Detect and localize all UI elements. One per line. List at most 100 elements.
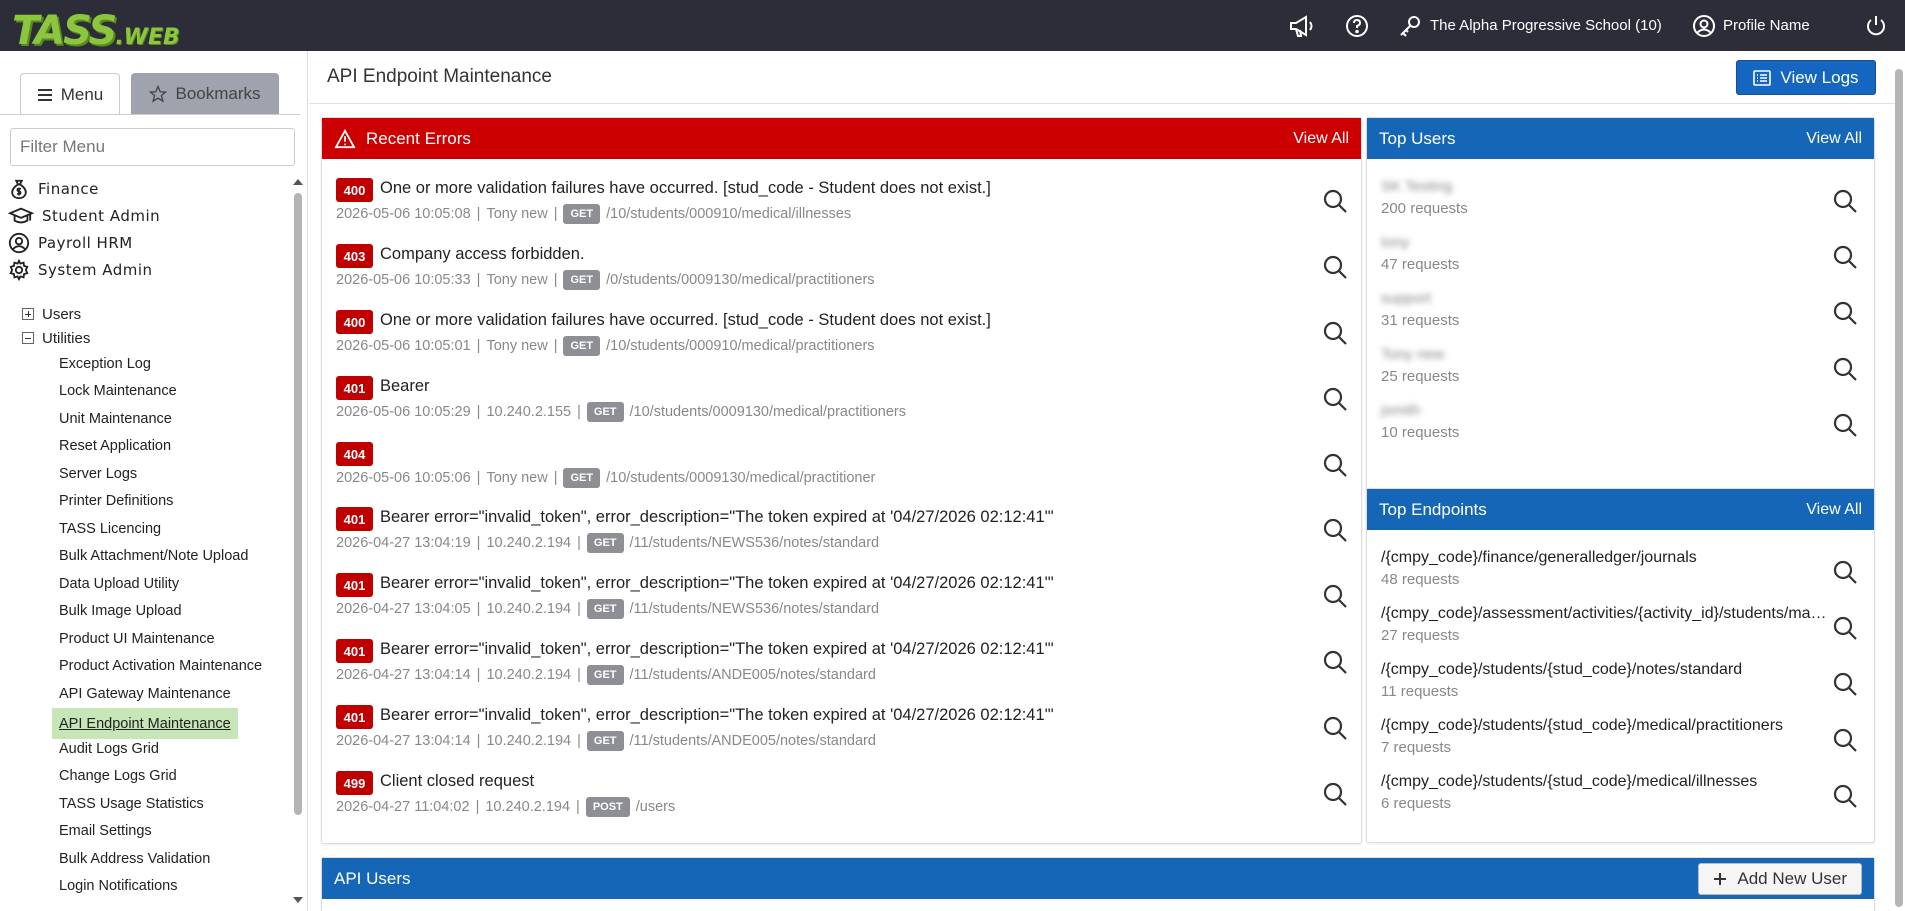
menu-leaf[interactable]: Exception Log (52, 351, 158, 377)
user-row: tony 47 requests (1381, 232, 1851, 282)
sidebar-scroll-thumb[interactable] (294, 193, 302, 815)
view-user-button[interactable] (1832, 356, 1858, 382)
separator: | (577, 667, 581, 683)
menu-leaf[interactable]: Server Logs (52, 461, 144, 487)
view-error-button[interactable] (1322, 517, 1348, 543)
filter-menu-input[interactable] (10, 128, 295, 166)
view-user-button[interactable] (1832, 412, 1858, 438)
menu-leaf[interactable]: Product Activation Maintenance (52, 653, 269, 679)
error-meta: 2026-04-27 13:04:19 | 10.240.2.194 | GET /… (336, 533, 879, 553)
menu-item-student-admin[interactable]: Student Admin (8, 202, 160, 229)
view-error-button[interactable] (1322, 188, 1348, 214)
menu-item-label: Finance (38, 179, 99, 198)
view-error-button[interactable] (1322, 254, 1348, 280)
view-endpoint-button[interactable] (1832, 671, 1858, 697)
menu-item-payroll-hrm[interactable]: Payroll HRM (8, 229, 133, 256)
http-method-badge: POST (585, 797, 630, 817)
error-user: Tony new (486, 206, 548, 222)
main-scroll-thumb[interactable] (1895, 69, 1903, 907)
search-icon (1323, 321, 1347, 345)
recent-errors-view-all-link[interactable]: View All (1293, 130, 1349, 148)
error-meta: 2026-04-27 11:04:02 | 10.240.2.194 | POST … (336, 797, 675, 817)
announcements-button[interactable] (1288, 0, 1316, 51)
view-error-button[interactable] (1322, 320, 1348, 346)
menu-item-system-admin[interactable]: System Admin (8, 256, 153, 283)
view-error-button[interactable] (1322, 386, 1348, 412)
school-selector[interactable]: The Alpha Progressive School (10) (1398, 0, 1662, 51)
add-new-user-button[interactable]: Add New User (1698, 862, 1862, 895)
tass-web-logo[interactable]: TASS.WEB (12, 8, 180, 54)
profile-name: Profile Name (1723, 17, 1810, 34)
request-count: 25 requests (1381, 368, 1460, 385)
top-bar: TASS.WEB The Alpha Progressive School (1… (0, 0, 1905, 54)
menu-leaf[interactable]: TASS Usage Statistics (52, 791, 211, 817)
search-icon (1833, 616, 1857, 640)
menu-group-users[interactable]: Users (22, 303, 81, 325)
menu-leaf[interactable]: Email Settings (52, 818, 159, 844)
view-endpoint-button[interactable] (1832, 615, 1858, 641)
view-endpoint-button[interactable] (1832, 559, 1858, 585)
view-user-button[interactable] (1832, 188, 1858, 214)
status-code-badge: 400 (336, 310, 373, 334)
menu-leaf[interactable]: Audit Logs Grid (52, 736, 166, 762)
endpoint-path: /{cmpy_code}/finance/generalledger/journ… (1381, 549, 1697, 566)
http-method-badge: GET (586, 665, 624, 685)
top-endpoints-view-all-link[interactable]: View All (1806, 501, 1862, 519)
sidebar-scrollbar[interactable] (292, 175, 304, 911)
separator: | (577, 601, 581, 617)
error-message: Company access forbidden. (380, 245, 585, 263)
error-time: 2026-05-06 10:05:06 (336, 470, 471, 486)
scroll-up-arrow-icon[interactable] (293, 179, 303, 185)
menu-leaf[interactable]: Login Notifications (52, 873, 185, 899)
main-scrollbar[interactable] (1894, 51, 1905, 911)
search-icon (1323, 189, 1347, 213)
view-error-button[interactable] (1322, 649, 1348, 675)
request-count: 27 requests (1381, 627, 1460, 644)
recent-errors-title: Recent Errors (366, 128, 471, 148)
user-name-redacted: jsmith (1381, 402, 1421, 419)
logout-button[interactable] (1864, 0, 1888, 51)
menu-leaf[interactable]: Product UI Maintenance (52, 626, 222, 652)
view-endpoint-button[interactable] (1832, 727, 1858, 753)
top-users-view-all-link[interactable]: View All (1806, 130, 1862, 148)
error-path: /11/students/ANDE005/notes/standard (629, 667, 876, 683)
error-row: 404 2026-05-06 10:05:06 | Tony new | GET /… (336, 440, 1336, 490)
menu-leaf[interactable]: Reset Application (52, 433, 178, 459)
menu-leaf[interactable]: Data Upload Utility (52, 571, 186, 597)
menu-leaf[interactable]: Bulk Attachment/Note Upload (52, 543, 255, 569)
error-row: 401 Bearer error="invalid_token", error_… (336, 505, 1336, 555)
status-code-badge: 401 (336, 376, 373, 400)
tab-bookmarks-label: Bookmarks (175, 84, 261, 103)
menu-leaf[interactable]: API Gateway Maintenance (52, 681, 238, 707)
view-user-button[interactable] (1832, 300, 1858, 326)
view-logs-button[interactable]: View Logs (1736, 60, 1876, 95)
error-ip: 10.240.2.194 (486, 733, 572, 749)
request-count: 6 requests (1381, 795, 1452, 812)
menu-leaf[interactable]: TASS Licencing (52, 516, 168, 542)
separator: | (577, 535, 581, 551)
scroll-down-arrow-icon[interactable] (293, 897, 303, 903)
sidebar: Menu Bookmarks Finance Student Admin Pay… (0, 51, 308, 911)
view-error-button[interactable] (1322, 715, 1348, 741)
tab-menu[interactable]: Menu (20, 73, 120, 115)
menu-leaf[interactable]: Printer Definitions (52, 488, 180, 514)
view-endpoint-button[interactable] (1832, 783, 1858, 809)
tab-bookmarks[interactable]: Bookmarks (131, 73, 279, 115)
error-row: 403 Company access forbidden. 2026-05-06… (336, 242, 1336, 292)
help-button[interactable] (1345, 0, 1369, 51)
status-code-badge: 404 (336, 442, 373, 466)
menu-leaf[interactable]: Bulk Image Upload (52, 598, 189, 624)
menu-leaf[interactable]: Change Logs Grid (52, 763, 184, 789)
menu-item-finance[interactable]: Finance (8, 175, 99, 202)
menu-leaf-active[interactable]: API Endpoint Maintenance (52, 708, 238, 739)
profile-menu[interactable]: Profile Name (1692, 0, 1810, 51)
menu-group-utilities[interactable]: Utilities (22, 327, 90, 349)
view-error-button[interactable] (1322, 452, 1348, 478)
view-user-button[interactable] (1832, 244, 1858, 270)
menu-leaf[interactable]: Bulk Address Validation (52, 846, 217, 872)
error-message: Bearer error="invalid_token", error_desc… (380, 706, 1054, 724)
view-error-button[interactable] (1322, 781, 1348, 807)
view-error-button[interactable] (1322, 583, 1348, 609)
menu-leaf[interactable]: Lock Maintenance (52, 378, 184, 404)
menu-leaf[interactable]: Unit Maintenance (52, 406, 179, 432)
